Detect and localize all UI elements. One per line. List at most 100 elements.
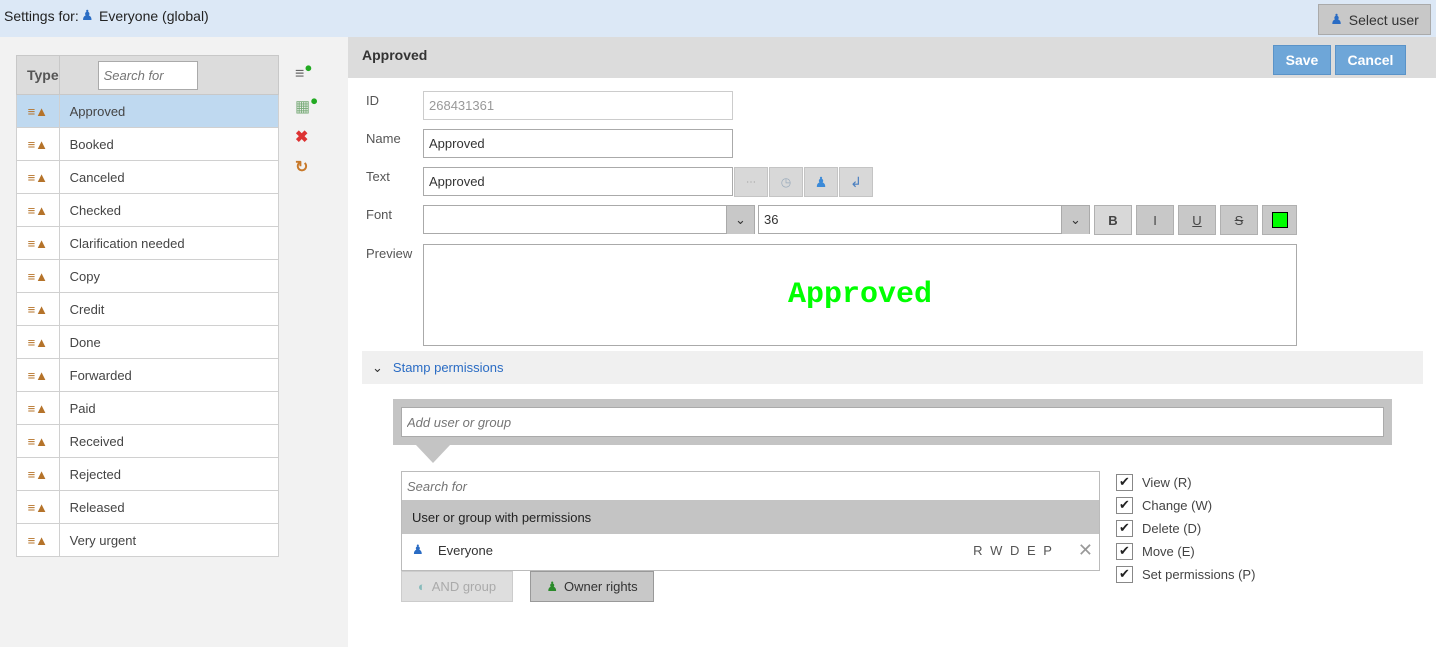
stamp-icon: ≡▲ — [27, 335, 49, 350]
name-label: Name — [366, 131, 401, 146]
stamp-name: Canceled — [58, 160, 280, 194]
cancel-button[interactable]: Cancel — [1335, 45, 1406, 75]
stamp-row[interactable]: ≡▲ Very urgent — [16, 523, 280, 557]
insert-newline-button[interactable]: ↲ — [839, 167, 873, 197]
stamp-row[interactable]: ≡▲ Canceled — [16, 160, 280, 194]
underline-button[interactable]: U — [1178, 205, 1216, 235]
type-cell: ≡▲ — [16, 358, 60, 392]
permission-checkbox[interactable]: ✔ View (R) — [1116, 473, 1255, 491]
settings-for-label: Settings for: — [4, 8, 79, 24]
checkbox[interactable]: ✔ — [1116, 473, 1133, 491]
stamp-icon: ≡▲ — [27, 269, 49, 284]
preview-text: Approved — [787, 278, 933, 312]
stamp-row[interactable]: ≡▲ Received — [16, 424, 280, 458]
permission-search-input[interactable] — [402, 472, 1099, 500]
add-image-stamp-icon[interactable]: ▦● — [295, 93, 318, 116]
type-header: Type — [16, 55, 60, 95]
select-user-button[interactable]: ♟ Select user — [1318, 4, 1431, 35]
type-cell: ≡▲ — [16, 292, 60, 326]
list-toolbar: ≡● ▦● ✖ ↻ — [295, 60, 318, 177]
and-group-icon: ◐ — [417, 579, 426, 594]
owner-icon: ♟ — [546, 578, 558, 594]
stamp-icon: ≡▲ — [27, 368, 49, 383]
stamp-name: Done — [58, 325, 280, 359]
user-icon: ♟ — [1330, 11, 1343, 27]
checkbox-label: Set permissions (P) — [1142, 566, 1256, 582]
stamp-row[interactable]: ≡▲ Forwarded — [16, 358, 280, 392]
font-label: Font — [366, 207, 393, 222]
stamp-name: Credit — [58, 292, 280, 326]
bold-button[interactable]: B — [1094, 205, 1132, 235]
checkbox[interactable]: ✔ — [1116, 565, 1133, 583]
checkbox-label: Delete (D) — [1142, 520, 1202, 536]
user-icon: ♟ — [814, 173, 828, 190]
strikethrough-button[interactable]: S — [1220, 205, 1258, 235]
stamp-row[interactable]: ≡▲ Checked — [16, 193, 280, 227]
group-icon: ♟ — [81, 7, 94, 23]
stamp-row[interactable]: ≡▲ Clarification needed — [16, 226, 280, 260]
scope-label: Everyone (global) — [99, 8, 209, 24]
save-button[interactable]: Save — [1273, 45, 1331, 75]
stamp-table: Type ≡▲ Approved ≡▲ Booked ≡▲ Canceled ≡▲ Check… — [16, 55, 280, 557]
permission-checkbox[interactable]: ✔ Move (E) — [1116, 542, 1255, 560]
stamp-row[interactable]: ≡▲ Done — [16, 325, 280, 359]
id-field: 268431361 — [423, 91, 733, 120]
return-icon: ↲ — [850, 173, 862, 190]
stamp-row[interactable]: ≡▲ Rejected — [16, 457, 280, 491]
delete-icon[interactable]: ✖ — [295, 127, 318, 147]
font-size-select[interactable]: 36 ⌄ — [758, 205, 1090, 234]
checkbox[interactable]: ✔ — [1116, 519, 1133, 537]
insert-user-button[interactable]: ♟ — [804, 167, 838, 197]
font-size-value: 36 — [764, 212, 779, 227]
permission-checkbox[interactable]: ✔ Set permissions (P) — [1116, 565, 1255, 583]
checkbox-label: View (R) — [1142, 474, 1192, 490]
stamp-row[interactable]: ≡▲ Booked — [16, 127, 280, 161]
font-color-button[interactable] — [1262, 205, 1297, 235]
permission-entry[interactable]: ♟ Everyone R W D E P ✕ — [402, 534, 1099, 566]
stamp-name: Clarification needed — [58, 226, 280, 260]
checkbox-label: Change (W) — [1142, 497, 1213, 513]
type-cell: ≡▲ — [16, 226, 60, 260]
entry-name: Everyone — [438, 542, 493, 558]
detail-title: Approved — [362, 47, 428, 63]
and-group-button[interactable]: ◐ AND group — [401, 571, 513, 602]
stamp-row[interactable]: ≡▲ Approved — [16, 94, 280, 128]
stamp-icon: ≡▲ — [27, 203, 49, 218]
italic-button[interactable]: I — [1136, 205, 1174, 235]
checkbox[interactable]: ✔ — [1116, 542, 1133, 560]
permission-checkboxes: ✔ View (R) ✔ Change (W) ✔ Delete (D) ✔ Move (E)… — [1116, 473, 1255, 583]
grid-icon: ⋯ — [746, 176, 756, 188]
permission-list: User or group with permissions ♟ Everyon… — [401, 471, 1100, 571]
stamp-row[interactable]: ≡▲ Credit — [16, 292, 280, 326]
permission-checkbox[interactable]: ✔ Change (W) — [1116, 496, 1255, 514]
type-cell: ≡▲ — [16, 457, 60, 491]
type-cell: ≡▲ — [16, 325, 60, 359]
stamp-row[interactable]: ≡▲ Paid — [16, 391, 280, 425]
font-style-buttons: B I U S — [1094, 205, 1297, 235]
font-select[interactable]: ⌄ — [423, 205, 755, 234]
permission-checkbox[interactable]: ✔ Delete (D) — [1116, 519, 1255, 537]
owner-rights-button[interactable]: ♟ Owner rights — [530, 571, 654, 602]
text-insert-buttons: ⋯ ◷ ♟ ↲ — [734, 167, 873, 197]
group-icon: ♟ — [412, 542, 424, 557]
text-field[interactable]: Approved — [423, 167, 733, 196]
type-cell: ≡▲ — [16, 193, 60, 227]
add-user-input[interactable] — [401, 407, 1384, 437]
add-text-stamp-icon[interactable]: ≡● — [295, 60, 318, 83]
stamp-permissions-toggle[interactable]: ⌄ Stamp permissions — [362, 351, 1423, 384]
list-search-input[interactable] — [97, 60, 198, 90]
checkbox[interactable]: ✔ — [1116, 496, 1133, 514]
remove-icon[interactable]: ✕ — [1078, 540, 1093, 561]
insert-date-button[interactable]: ◷ — [769, 167, 803, 197]
stamp-name: Paid — [58, 391, 280, 425]
stamp-name: Released — [58, 490, 280, 524]
refresh-icon[interactable]: ↻ — [295, 157, 318, 177]
stamp-row[interactable]: ≡▲ Copy — [16, 259, 280, 293]
stamp-icon: ≡▲ — [27, 401, 49, 416]
stamp-icon: ≡▲ — [27, 302, 49, 317]
stamp-row[interactable]: ≡▲ Released — [16, 490, 280, 524]
name-field[interactable]: Approved — [423, 129, 733, 158]
entry-rights: R W D E P — [973, 542, 1054, 558]
insert-counter-button[interactable]: ⋯ — [734, 167, 768, 197]
stamp-name: Forwarded — [58, 358, 280, 392]
